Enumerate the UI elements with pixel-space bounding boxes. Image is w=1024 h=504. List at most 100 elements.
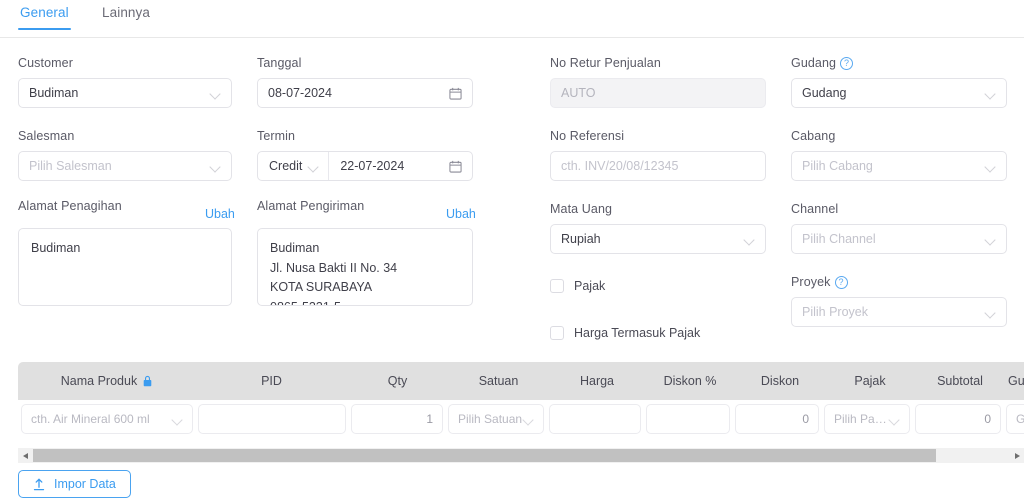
cabang-select[interactable]: Pilih Cabang [791,151,1007,181]
help-circle-icon[interactable]: ? [840,57,854,70]
line-items-table: Nama Produk PID Qty Satuan Harga Diskon … [18,362,1024,442]
salesman-select[interactable]: Pilih Salesman [18,151,232,181]
alamat-pengiriman-line-1: Budiman [270,241,320,255]
chevron-down-icon [523,414,534,425]
tab-bar: General Lainnya [0,0,1024,38]
cell-pajak-value: Pilih Pajak [834,412,889,426]
tab-lainnya[interactable]: Lainnya [100,5,152,29]
pajak-checkbox-row[interactable]: Pajak [550,279,605,293]
alamat-pengiriman-textarea[interactable]: Budiman Jl. Nusa Bakti II No. 34 KOTA SU… [257,228,473,306]
cell-qty-value: 1 [426,412,433,426]
column-header-pid[interactable]: PID [196,362,347,400]
termin-date-value: 22-07-2024 [340,159,405,173]
help-circle-icon[interactable]: ? [834,276,848,289]
tab-general[interactable]: General [18,5,71,30]
mata-uang-value: Rupiah [561,232,601,246]
chevron-down-icon [210,88,221,99]
harga-termasuk-pajak-checkbox-label: Harga Termasuk Pajak [574,326,701,340]
customer-select[interactable]: Budiman [18,78,232,108]
mata-uang-select[interactable]: Rupiah [550,224,766,254]
column-header-subtotal[interactable]: Subtotal [915,362,1005,400]
gudang-label: Gudang? [791,56,854,70]
column-header-diskon[interactable]: Diskon [735,362,825,400]
column-header-nama-produk[interactable]: Nama Produk [18,362,196,400]
chevron-down-icon [985,234,996,245]
no-referensi-placeholder: cth. INV/20/08/12345 [561,159,679,173]
chevron-down-icon [744,234,755,245]
alamat-penagihan-value: Budiman [31,241,81,255]
gudang-value: Gudang [802,86,847,100]
cell-diskon[interactable]: 0 [735,404,819,434]
proyek-label-text: Proyek [791,275,831,289]
cell-gudang[interactable]: Gudang [1006,404,1024,434]
customer-label: Customer [18,56,73,70]
channel-placeholder: Pilih Channel [802,232,876,246]
table-header-row: Nama Produk PID Qty Satuan Harga Diskon … [18,362,1024,400]
alamat-pengiriman-edit-link[interactable]: Ubah [446,207,476,221]
termin-type-value: Credit [269,159,303,173]
gudang-label-text: Gudang [791,56,837,70]
no-referensi-input[interactable]: cth. INV/20/08/12345 [550,151,766,181]
alamat-penagihan-label: Alamat Penagihan [18,199,122,213]
alamat-penagihan-textarea[interactable]: Budiman [18,228,232,306]
alamat-pengiriman-line-4: 0865-5231-5 [270,298,460,306]
import-data-button[interactable]: Impor Data [18,470,131,498]
gudang-select[interactable]: Gudang [791,78,1007,108]
table-row: cth. Air Mineral 600 ml 1 Pilih Satuan 0 [18,404,1024,434]
column-header-harga[interactable]: Harga [549,362,645,400]
cabang-label: Cabang [791,129,836,143]
tanggal-value: 08-07-2024 [268,86,332,100]
cell-nama-produk[interactable]: cth. Air Mineral 600 ml [21,404,193,434]
cell-gudang-value: Gudang [1016,412,1024,426]
cell-diskon-persen[interactable] [646,404,730,434]
column-header-pajak[interactable]: Pajak [825,362,915,400]
table-horizontal-scrollbar[interactable] [18,448,1024,463]
column-header-qty[interactable]: Qty [347,362,448,400]
cell-diskon-value: 0 [802,412,809,426]
calendar-icon [449,160,462,173]
cell-subtotal[interactable]: 0 [915,404,1001,434]
lock-icon [142,364,153,387]
pajak-checkbox[interactable] [550,279,564,293]
termin-type-select[interactable]: Credit [258,152,330,180]
cabang-placeholder: Pilih Cabang [802,159,873,173]
proyek-label: Proyek? [791,275,848,289]
chevron-down-icon [172,414,183,425]
mata-uang-label: Mata Uang [550,202,613,216]
cell-harga[interactable] [549,404,641,434]
import-data-button-label: Impor Data [54,477,116,491]
termin-control: Credit 22-07-2024 [257,151,473,181]
cell-subtotal-value: 0 [984,412,991,426]
no-retur-penjualan-input: AUTO [550,78,766,108]
tanggal-label: Tanggal [257,56,302,70]
salesman-label: Salesman [18,129,75,143]
channel-select[interactable]: Pilih Channel [791,224,1007,254]
arrow-left-icon[interactable] [18,448,33,463]
sales-return-form-page: General Lainnya Customer Budiman Tanggal… [0,0,1024,504]
arrow-right-icon[interactable] [1009,448,1024,463]
tab-active-underline [18,27,71,30]
column-header-gudang[interactable]: Guda [1005,362,1024,400]
column-header-nama-produk-label: Nama Produk [60,374,138,388]
tab-lainnya-label: Lainnya [102,5,150,20]
column-header-diskon-persen[interactable]: Diskon % [645,362,735,400]
cell-pid[interactable] [198,404,346,434]
upload-icon [33,477,45,491]
alamat-pengiriman-label: Alamat Pengiriman [257,199,365,213]
harga-termasuk-pajak-checkbox[interactable] [550,326,564,340]
harga-termasuk-pajak-checkbox-row[interactable]: Harga Termasuk Pajak [550,326,700,340]
column-header-satuan[interactable]: Satuan [448,362,549,400]
chevron-down-icon [985,307,996,318]
scrollbar-track[interactable] [33,448,1009,463]
scrollbar-thumb[interactable] [33,449,936,462]
cell-satuan-value: Pilih Satuan [458,412,523,426]
chevron-down-icon [210,161,221,172]
cell-qty[interactable]: 1 [351,404,443,434]
cell-satuan[interactable]: Pilih Satuan [448,404,544,434]
tanggal-date-input[interactable]: 08-07-2024 [257,78,473,108]
proyek-select[interactable]: Pilih Proyek [791,297,1007,327]
cell-pajak[interactable]: Pilih Pajak [824,404,910,434]
termin-date-input[interactable]: 22-07-2024 [329,159,472,173]
alamat-pengiriman-line-2: Jl. Nusa Bakti II No. 34 [270,260,398,275]
alamat-penagihan-edit-link[interactable]: Ubah [205,207,235,221]
